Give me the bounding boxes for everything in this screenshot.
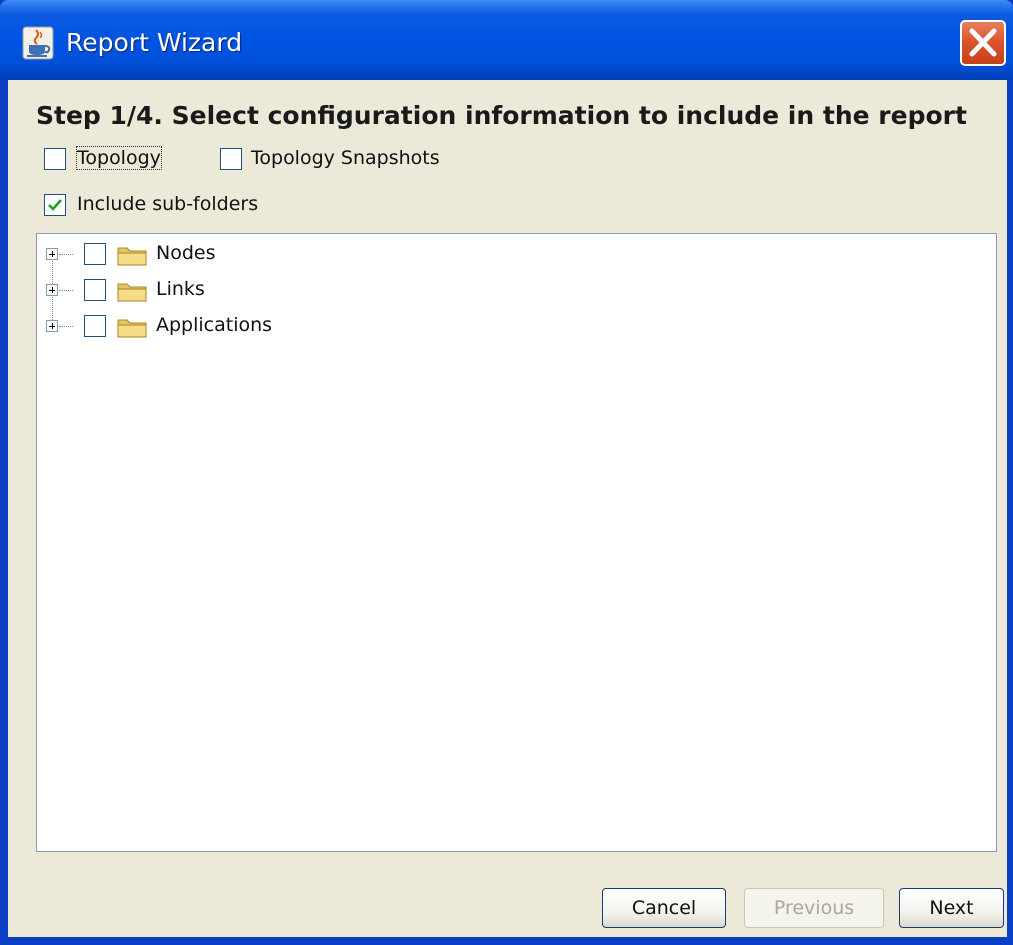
include-subfolders-label[interactable]: Include sub-folders: [77, 193, 258, 215]
folder-icon: [117, 247, 147, 266]
wizard-content: Step 1/4. Select configuration informati…: [8, 80, 1007, 937]
window-title: Report Wizard: [66, 28, 243, 57]
tree-node-checkbox[interactable]: [84, 315, 106, 337]
tree-node-label[interactable]: Links: [156, 278, 205, 300]
tree-node-label[interactable]: Nodes: [156, 242, 216, 264]
expand-plus-icon[interactable]: [46, 320, 58, 332]
tree-node-checkbox[interactable]: [84, 243, 106, 265]
topology-checkbox[interactable]: [44, 148, 66, 170]
tree-branch-line: [59, 290, 73, 291]
next-button[interactable]: Next: [899, 888, 1004, 928]
step-heading: Step 1/4. Select configuration informati…: [36, 101, 967, 130]
expand-plus-icon[interactable]: [46, 284, 58, 296]
close-button[interactable]: [960, 20, 1006, 66]
cancel-button[interactable]: Cancel: [602, 888, 726, 928]
tree-branch-line: [59, 326, 73, 327]
report-wizard-window: Report Wizard Step 1/4. Select configura…: [0, 0, 1013, 945]
tree-node-label[interactable]: Applications: [156, 314, 272, 336]
topology-snapshots-label[interactable]: Topology Snapshots: [251, 147, 440, 169]
expand-plus-icon[interactable]: [46, 248, 58, 260]
previous-button[interactable]: Previous: [744, 888, 884, 928]
java-cup-icon: [22, 26, 54, 60]
topology-snapshots-checkbox[interactable]: [220, 148, 242, 170]
tree-branch-line: [59, 254, 73, 255]
checkmark-icon: [48, 199, 62, 211]
include-subfolders-checkbox[interactable]: [44, 194, 66, 216]
tree-node-checkbox[interactable]: [84, 279, 106, 301]
configuration-tree[interactable]: Nodes Links Applications: [36, 233, 997, 852]
title-bar[interactable]: Report Wizard: [0, 0, 1013, 80]
folder-icon: [117, 283, 147, 302]
topology-label[interactable]: Topology: [76, 146, 162, 170]
close-x-icon: [969, 28, 997, 57]
folder-icon: [117, 319, 147, 338]
